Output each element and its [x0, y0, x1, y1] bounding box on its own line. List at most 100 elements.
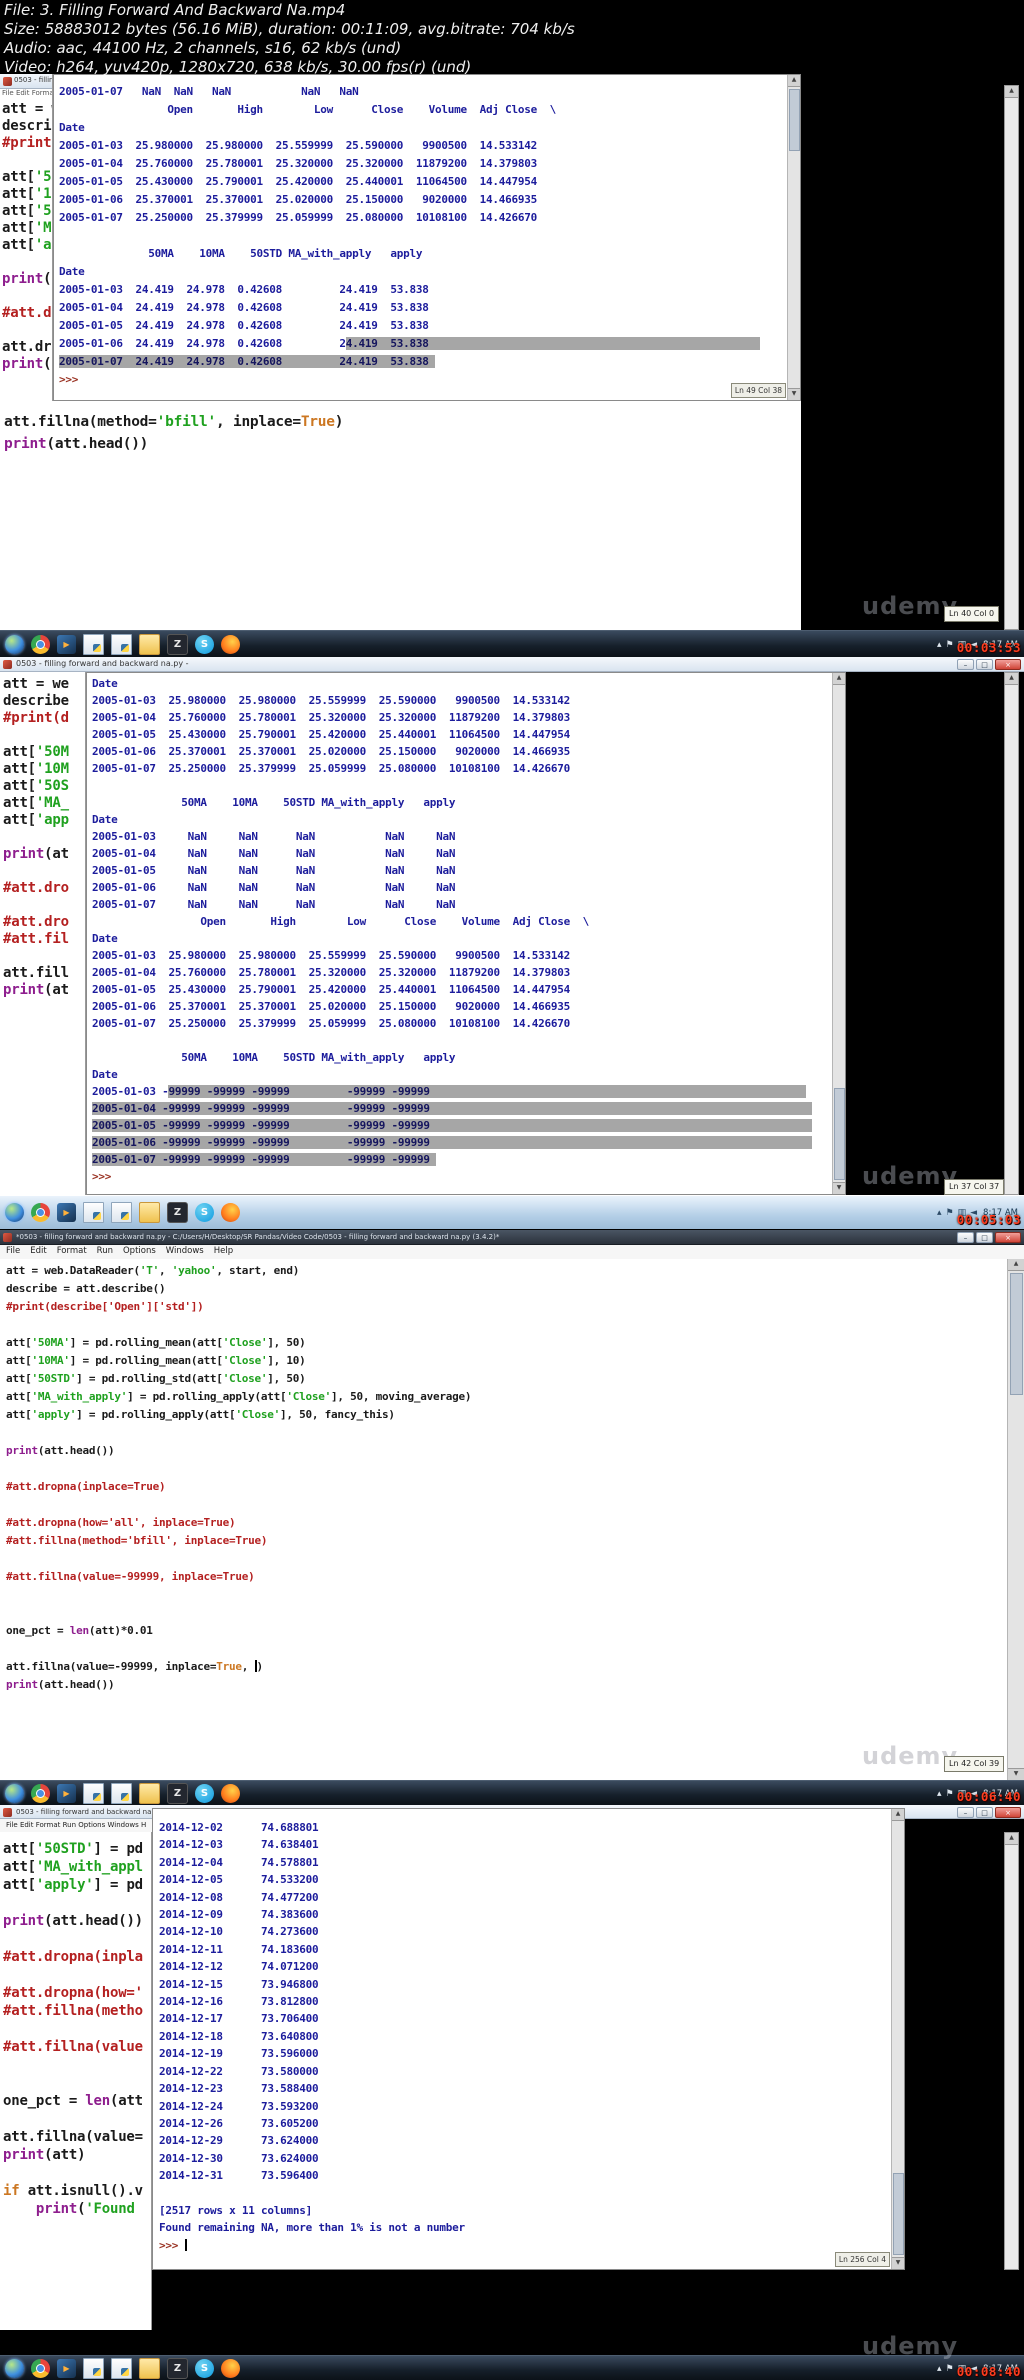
- scrollbar-thumb[interactable]: [789, 89, 800, 151]
- folder-icon[interactable]: [139, 2358, 160, 2379]
- firefox-icon[interactable]: [221, 635, 240, 654]
- background-scrollbar[interactable]: ▲: [1004, 672, 1019, 1195]
- scroll-down-icon[interactable]: ▼: [892, 2257, 904, 2269]
- menu-windows[interactable]: Windows: [166, 1246, 204, 1256]
- start-orb-icon[interactable]: [5, 635, 24, 654]
- editor-title-bar[interactable]: 0503 - filling forward and backward na.p…: [0, 657, 1024, 672]
- maximize-button[interactable]: □: [976, 1807, 993, 1818]
- python-shell-window[interactable]: Date 2005-01-03 25.980000 25.980000 25.5…: [86, 672, 846, 1195]
- editor-body-below[interactable]: att.fillna(method='bfill', inplace=True)…: [0, 401, 801, 630]
- minimize-button[interactable]: –: [957, 1807, 974, 1818]
- editor-code[interactable]: att['50STD'] = pd att['MA_with_appl att[…: [0, 1832, 151, 2218]
- photo-app-icon[interactable]: Z: [167, 1783, 188, 1804]
- media-player-icon[interactable]: ▶: [57, 2359, 76, 2378]
- python-file-2-icon[interactable]: [111, 2358, 132, 2379]
- skype-icon[interactable]: S: [195, 635, 214, 654]
- shell-scrollbar[interactable]: ▲ ▼: [787, 75, 800, 400]
- python-file-2-icon[interactable]: [111, 634, 132, 655]
- shell-output[interactable]: Date 2005-01-03 25.980000 25.980000 25.5…: [87, 673, 845, 1185]
- scroll-up-icon[interactable]: ▲: [1008, 1259, 1024, 1271]
- chrome-icon[interactable]: [31, 1784, 50, 1803]
- scroll-up-icon[interactable]: ▲: [892, 1809, 904, 1821]
- skype-icon[interactable]: S: [195, 1203, 214, 1222]
- scroll-up-icon[interactable]: ▲: [1005, 1833, 1018, 1845]
- editor-title-bar[interactable]: *0503 - filling forward and backward na.…: [0, 1230, 1024, 1245]
- chrome-icon[interactable]: [31, 2359, 50, 2378]
- editor-scrollbar[interactable]: ▲ ▼: [1007, 1259, 1024, 1780]
- python-file-icon[interactable]: [83, 2358, 104, 2379]
- start-orb-icon[interactable]: [5, 2359, 24, 2378]
- shell-scrollbar[interactable]: ▲ ▼: [832, 673, 845, 1194]
- minimize-button[interactable]: –: [957, 659, 974, 670]
- editor-strip[interactable]: 0503 - filling forw File Edit Forma att …: [0, 74, 53, 401]
- minimize-button[interactable]: –: [957, 1232, 974, 1243]
- action-flag-icon[interactable]: ⚑: [946, 1208, 954, 1218]
- editor-strip[interactable]: att['50STD'] = pd att['MA_with_appl att[…: [0, 1832, 152, 2330]
- folder-icon[interactable]: [139, 634, 160, 655]
- photo-app-icon[interactable]: Z: [167, 1202, 188, 1223]
- menu-format[interactable]: Format: [57, 1246, 87, 1256]
- action-flag-icon[interactable]: ⚑: [946, 2364, 954, 2374]
- maximize-button[interactable]: □: [976, 659, 993, 670]
- tray-expand-icon[interactable]: ▴: [937, 1208, 942, 1218]
- python-file-icon[interactable]: [83, 634, 104, 655]
- folder-icon[interactable]: [139, 1783, 160, 1804]
- action-flag-icon[interactable]: ⚑: [946, 1789, 954, 1799]
- editor-strip[interactable]: att = we describe #print(d att['50M att[…: [0, 672, 86, 1195]
- shell-output[interactable]: 2005-01-07 NaN NaN NaN NaN NaN Open High…: [54, 75, 800, 389]
- scroll-down-icon[interactable]: ▼: [1008, 1768, 1024, 1780]
- python-file-2-icon[interactable]: [111, 1202, 132, 1223]
- editor-menu[interactable]: File Edit Format Run Options Windows H: [0, 1819, 158, 1833]
- tray-expand-icon[interactable]: ▴: [937, 2364, 942, 2374]
- close-button[interactable]: ×: [995, 659, 1021, 670]
- maximize-button[interactable]: □: [976, 1232, 993, 1243]
- photo-app-icon[interactable]: Z: [167, 634, 188, 655]
- firefox-icon[interactable]: [221, 1203, 240, 1222]
- folder-icon[interactable]: [139, 1202, 160, 1223]
- firefox-icon[interactable]: [221, 2359, 240, 2378]
- scrollbar-thumb[interactable]: [1010, 1273, 1023, 1395]
- editor-code[interactable]: att = w describ #print att['5 att['1 att…: [0, 97, 52, 373]
- menu-options[interactable]: Options: [123, 1246, 156, 1256]
- python-file-icon[interactable]: [83, 1202, 104, 1223]
- photo-app-icon[interactable]: Z: [167, 2358, 188, 2379]
- skype-icon[interactable]: S: [195, 2359, 214, 2378]
- menu-help[interactable]: Help: [214, 1246, 233, 1256]
- editor-code[interactable]: att = web.DataReader('T', 'yahoo', start…: [0, 1259, 1024, 1694]
- editor-code-lines[interactable]: att.fillna(method='bfill', inplace=True)…: [0, 401, 801, 455]
- scrollbar-thumb[interactable]: [893, 2173, 904, 2255]
- scroll-down-icon[interactable]: ▼: [788, 388, 800, 400]
- shell-scrollbar[interactable]: ▲ ▼: [891, 1809, 904, 2269]
- tray-expand-icon[interactable]: ▴: [937, 1789, 942, 1799]
- background-scrollbar[interactable]: ▲: [1004, 1832, 1019, 2270]
- close-button[interactable]: ×: [995, 1807, 1021, 1818]
- chrome-icon[interactable]: [31, 635, 50, 654]
- start-orb-icon[interactable]: [5, 1784, 24, 1803]
- scrollbar-thumb[interactable]: [834, 1088, 845, 1180]
- python-shell-window[interactable]: 2005-01-07 NaN NaN NaN NaN NaN Open High…: [53, 74, 801, 401]
- scroll-up-icon[interactable]: ▲: [1005, 673, 1018, 685]
- scroll-up-icon[interactable]: ▲: [833, 673, 845, 685]
- menu-edit[interactable]: Edit: [30, 1246, 46, 1256]
- python-file-icon[interactable]: [83, 1783, 104, 1804]
- python-shell-window[interactable]: 2014-12-02 74.688801 2014-12-03 74.63840…: [152, 1808, 905, 2270]
- tray-expand-icon[interactable]: ▴: [937, 640, 942, 650]
- close-button[interactable]: ×: [995, 1232, 1021, 1243]
- scroll-down-icon[interactable]: ▼: [833, 1182, 845, 1194]
- python-file-2-icon[interactable]: [111, 1783, 132, 1804]
- editor-menu[interactable]: File Edit Forma: [0, 89, 52, 97]
- media-player-icon[interactable]: ▶: [57, 1203, 76, 1222]
- menu-run[interactable]: Run: [97, 1246, 113, 1256]
- background-scrollbar[interactable]: ▲: [1004, 85, 1019, 630]
- firefox-icon[interactable]: [221, 1784, 240, 1803]
- editor-code[interactable]: att = we describe #print(d att['50M att[…: [0, 672, 85, 999]
- menu-file[interactable]: File: [6, 1246, 20, 1256]
- start-orb-icon[interactable]: [5, 1203, 24, 1222]
- scroll-up-icon[interactable]: ▲: [1005, 86, 1018, 98]
- scroll-up-icon[interactable]: ▲: [788, 75, 800, 87]
- action-flag-icon[interactable]: ⚑: [946, 640, 954, 650]
- skype-icon[interactable]: S: [195, 1784, 214, 1803]
- media-player-icon[interactable]: ▶: [57, 635, 76, 654]
- shell-output[interactable]: 2014-12-02 74.688801 2014-12-03 74.63840…: [153, 1809, 904, 2254]
- media-player-icon[interactable]: ▶: [57, 1784, 76, 1803]
